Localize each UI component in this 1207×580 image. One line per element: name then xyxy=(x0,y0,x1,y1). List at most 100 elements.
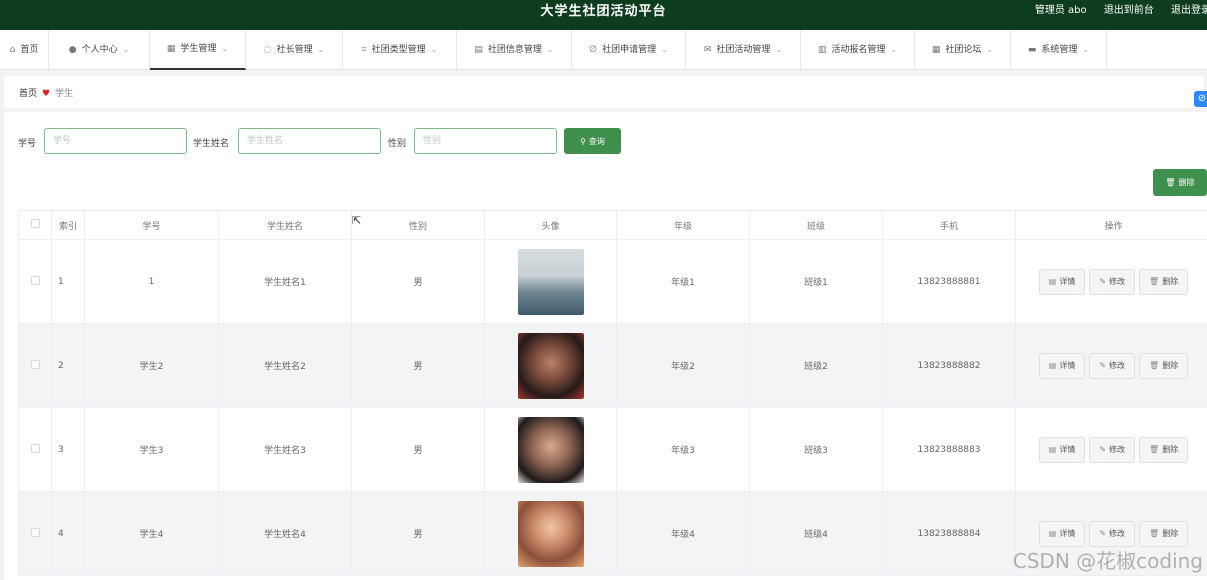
breadcrumb-home[interactable]: 首页 xyxy=(19,89,37,99)
select-all-checkbox[interactable] xyxy=(30,219,40,228)
clipboard-icon: ▤ xyxy=(474,45,483,55)
cell-index: 3 xyxy=(51,407,85,492)
user-icon: ● xyxy=(68,45,77,55)
name-input[interactable] xyxy=(238,128,381,154)
chevron-down-icon: ⌄ xyxy=(317,45,325,54)
chevron-down-icon: ⌄ xyxy=(986,45,994,54)
avatar[interactable] xyxy=(517,500,584,567)
delete-button[interactable]: 🗑 删除 xyxy=(1139,436,1189,463)
nav-item-8[interactable]: ▥ 活动报名管理 ⌄ xyxy=(801,30,915,70)
cell-index: 4 xyxy=(51,491,85,576)
edit-icon: ✎ xyxy=(1099,276,1107,286)
trash-icon: 🗑 xyxy=(1165,178,1176,187)
logout-link[interactable]: 退出登录 xyxy=(1171,5,1207,16)
nav-item-6[interactable]: ∅ 社团申请管理 ⌄ xyxy=(572,30,686,70)
link-icon[interactable]: ⊘ xyxy=(1194,91,1207,107)
avatar[interactable] xyxy=(517,248,584,315)
edit-button[interactable]: ✎ 修改 xyxy=(1089,268,1136,295)
table-row: 2 学生2 学生姓名2 男年级2 班级2 13823888882 ▤ 详情 ✎ 修改 🗑 删除 xyxy=(18,323,1207,408)
chevron-down-icon: ⌄ xyxy=(546,45,554,54)
header-class: 班级 xyxy=(749,210,883,240)
document-icon: ▤ xyxy=(1048,276,1057,286)
avatar[interactable] xyxy=(517,416,584,483)
detail-button[interactable]: ▤ 详情 xyxy=(1038,436,1086,463)
nav-item-label: 社团类型管理 xyxy=(371,45,426,55)
nav-item-label: 社团申请管理 xyxy=(602,45,657,55)
edit-label: 修改 xyxy=(1109,276,1126,286)
chevron-down-icon: ⌄ xyxy=(122,45,130,54)
cell-gender: 男 xyxy=(351,407,485,492)
cell-name: 学生姓名3 xyxy=(218,407,352,492)
apps-icon: ▦ xyxy=(931,45,941,55)
edit-button[interactable]: ✎ 修改 xyxy=(1089,520,1136,547)
nav-item-2[interactable]: ▦ 学生管理 ⌄ xyxy=(150,30,246,70)
edit-label: 修改 xyxy=(1109,528,1126,538)
csdn-watermark: CSDN @花椒coding xyxy=(1012,549,1203,573)
nav-item-4[interactable]: ⌗ 社团类型管理 ⌄ xyxy=(343,30,457,70)
cell-class: 班级2 xyxy=(749,323,883,408)
row-select-cell[interactable] xyxy=(18,239,52,324)
avatar[interactable] xyxy=(517,332,584,399)
trash-icon: 🗑 xyxy=(1149,276,1160,286)
nav-item-7[interactable]: ✉ 社团活动管理 ⌄ xyxy=(686,30,801,70)
batch-delete-button[interactable]: 🗑 删除 xyxy=(1153,169,1207,196)
cell-class: 班级1 xyxy=(749,239,883,324)
row-checkbox[interactable] xyxy=(30,527,40,537)
bar-chart-icon: ▥ xyxy=(817,45,827,55)
nav-item-1[interactable]: ● 个人中心 ⌄ xyxy=(49,30,150,70)
back-to-front-link[interactable]: 退出到前台 xyxy=(1104,5,1154,16)
chevron-down-icon: ⌄ xyxy=(661,45,668,54)
row-checkbox[interactable] xyxy=(30,275,40,285)
edit-button[interactable]: ✎ 修改 xyxy=(1089,352,1136,379)
cell-phone: 13823888882 xyxy=(882,323,1016,408)
cell-avatar xyxy=(484,491,617,576)
nav-item-0[interactable]: ⌂ 首页 xyxy=(0,30,49,70)
detail-button[interactable]: ▤ 详情 xyxy=(1038,352,1086,379)
trash-icon: 🗑 xyxy=(1149,528,1160,538)
row-select-cell[interactable] xyxy=(18,491,52,576)
xuehao-input[interactable] xyxy=(44,128,187,154)
cell-index: 1 xyxy=(51,239,85,324)
pencil-icon: ∅ xyxy=(589,45,598,55)
row-checkbox[interactable] xyxy=(30,443,40,453)
gender-input[interactable] xyxy=(414,128,557,154)
chevron-down-icon: ⌄ xyxy=(221,44,229,53)
admin-user-label: 管理员 abo xyxy=(1034,5,1087,16)
document-icon: ▤ xyxy=(1048,528,1057,538)
crop-icon: ⌗ xyxy=(361,45,367,55)
delete-button[interactable]: 🗑 删除 xyxy=(1139,268,1189,295)
nav-item-9[interactable]: ▦ 社团论坛 ⌄ xyxy=(915,30,1011,70)
content-panel: 学号 学生姓名 性别 ⚲查询 🗑删除 索引 学号 学生姓名 性别 头像 年级 班… xyxy=(4,112,1207,580)
nav-item-label: 学生管理 xyxy=(180,44,217,54)
delete-label: 删除 xyxy=(1162,276,1179,286)
nav-item-5[interactable]: ▤ 社团信息管理 ⌄ xyxy=(457,30,572,70)
query-button[interactable]: ⚲ 查询 xyxy=(564,128,621,154)
header-user-area: 管理员 abo 退出到前台 退出登录 xyxy=(1021,0,1207,22)
nav-item-3[interactable]: ◌ 社长管理 ⌄ xyxy=(246,30,343,70)
row-checkbox[interactable] xyxy=(30,359,40,369)
nav-item-label: 社团活动管理 xyxy=(716,45,771,55)
row-select-cell[interactable] xyxy=(18,323,52,408)
document-icon: ▤ xyxy=(1048,444,1057,454)
cell-class: 班级4 xyxy=(749,491,883,576)
delete-button[interactable]: 🗑 删除 xyxy=(1139,520,1189,547)
header-phone: 手机 xyxy=(882,210,1016,240)
row-select-cell[interactable] xyxy=(18,407,52,492)
nav-item-10[interactable]: ▬ 系统管理 ⌄ xyxy=(1011,30,1107,70)
table-row: 3 学生3 学生姓名3 男年级3 班级3 13823888883 ▤ 详情 ✎ 修改 🗑 删除 xyxy=(18,407,1207,492)
detail-label: 详情 xyxy=(1059,444,1076,454)
cell-phone: 13823888881 xyxy=(882,239,1016,324)
nav-item-label: 首页 xyxy=(20,45,39,55)
header-xuehao: 学号 xyxy=(84,210,219,240)
edit-button[interactable]: ✎ 修改 xyxy=(1089,436,1136,463)
chevron-down-icon: ⌄ xyxy=(890,45,898,54)
select-all-cell[interactable] xyxy=(18,210,52,240)
detail-button[interactable]: ▤ 详情 xyxy=(1038,520,1086,547)
cell-name: 学生姓名1 xyxy=(218,239,352,324)
cell-phone: 13823888884 xyxy=(882,491,1016,576)
breadcrumb-current: 学生 xyxy=(55,89,74,99)
delete-button[interactable]: 🗑 删除 xyxy=(1139,352,1189,379)
cell-gender: 男 xyxy=(351,239,485,324)
detail-button[interactable]: ▤ 详情 xyxy=(1038,268,1086,295)
cell-phone: 13823888883 xyxy=(882,407,1016,492)
